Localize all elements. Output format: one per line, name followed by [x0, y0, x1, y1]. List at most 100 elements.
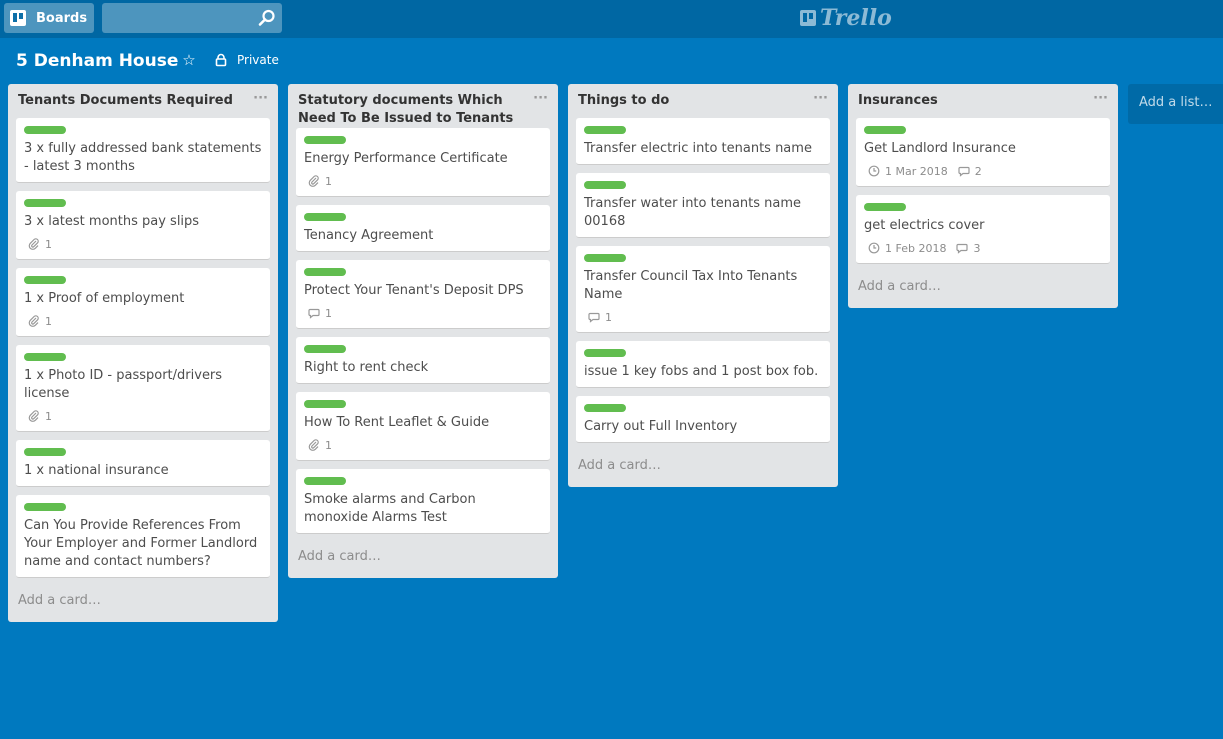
card[interactable]: Right to rent check — [296, 337, 550, 384]
list-title: Things to do — [578, 93, 670, 108]
list-menu-icon[interactable]: ··· — [253, 90, 268, 108]
card[interactable]: 3 x fully addressed bank statements - la… — [16, 118, 270, 183]
list-header[interactable]: Insurances ··· — [848, 84, 1118, 118]
top-header: Boards Trello — [0, 0, 1223, 38]
list-menu-icon[interactable]: ··· — [813, 90, 828, 108]
attachment-badge: 1 — [308, 439, 332, 452]
add-list-button[interactable]: Add a list… — [1128, 84, 1223, 124]
card-title: How To Rent Leaflet & Guide — [304, 415, 490, 430]
card-title: 3 x latest months pay slips — [24, 214, 200, 229]
due-date-badge: 1 Mar 2018 — [868, 165, 948, 178]
green-label — [304, 213, 346, 221]
list-header[interactable]: Things to do ··· — [568, 84, 838, 118]
paperclip-icon — [308, 439, 319, 451]
card[interactable]: get electrics cover 1 Feb 2018 3 — [856, 195, 1110, 264]
card[interactable]: How To Rent Leaflet & Guide 1 — [296, 392, 550, 461]
list-menu-icon[interactable]: ··· — [1093, 90, 1108, 108]
due-date-badge: 1 Feb 2018 — [868, 242, 946, 255]
card-title: 3 x fully addressed bank statements - la… — [24, 141, 262, 174]
card[interactable]: issue 1 key fobs and 1 post box fob. — [576, 341, 830, 388]
comment-badge: 1 — [588, 311, 612, 324]
attachment-badge: 1 — [28, 410, 52, 423]
attachment-count: 1 — [45, 314, 52, 328]
comment-count: 2 — [974, 164, 982, 178]
list-title: Statutory documents Which Need To Be Iss… — [298, 93, 514, 126]
card-title: 1 x Proof of employment — [24, 291, 185, 306]
trello-logo-icon — [800, 10, 816, 26]
star-icon[interactable]: ☆ — [180, 51, 198, 69]
card[interactable]: Transfer electric into tenants name — [576, 118, 830, 165]
visibility-button[interactable]: Private — [214, 51, 279, 69]
comment-badge: 2 — [958, 165, 982, 178]
list-title: Insurances — [858, 93, 938, 108]
comment-count: 1 — [325, 306, 332, 320]
card[interactable]: Smoke alarms and Carbon monoxide Alarms … — [296, 469, 550, 534]
comment-icon — [308, 308, 320, 319]
search-icon[interactable] — [258, 9, 276, 27]
comment-count: 1 — [605, 310, 612, 324]
card[interactable]: 1 x national insurance — [16, 440, 270, 487]
paperclip-icon — [308, 175, 319, 187]
paperclip-icon — [28, 238, 39, 250]
add-card-button[interactable]: Add a card… — [288, 542, 558, 578]
card[interactable]: Carry out Full Inventory — [576, 396, 830, 443]
green-label — [864, 126, 906, 134]
green-label — [304, 136, 346, 144]
trello-logo[interactable]: Trello — [800, 5, 892, 31]
card[interactable]: Get Landlord Insurance 1 Mar 2018 2 — [856, 118, 1110, 187]
card[interactable]: Protect Your Tenant's Deposit DPS 1 — [296, 260, 550, 329]
card[interactable]: 1 x Proof of employment 1 — [16, 268, 270, 337]
card[interactable]: 3 x latest months pay slips 1 — [16, 191, 270, 260]
attachment-count: 1 — [325, 174, 332, 188]
green-label — [304, 400, 346, 408]
card[interactable]: 1 x Photo ID - passport/drivers license … — [16, 345, 270, 432]
board-title[interactable]: 5 Denham House — [16, 50, 178, 72]
green-label — [304, 268, 346, 276]
search-input[interactable] — [102, 3, 282, 33]
green-label — [24, 276, 66, 284]
card-title: get electrics cover — [864, 218, 985, 233]
boards-button[interactable]: Boards — [4, 3, 94, 33]
card[interactable]: Transfer Council Tax Into Tenants Name 1 — [576, 246, 830, 333]
list-header[interactable]: Statutory documents Which Need To Be Iss… — [288, 84, 558, 128]
green-label — [24, 199, 66, 207]
list-header[interactable]: Tenants Documents Required ··· — [8, 84, 278, 118]
green-label — [24, 353, 66, 361]
card[interactable]: Energy Performance Certificate 1 — [296, 128, 550, 197]
green-label — [584, 181, 626, 189]
logo-text: Trello — [820, 5, 892, 31]
comment-badge: 3 — [956, 242, 980, 255]
card[interactable]: Tenancy Agreement — [296, 205, 550, 252]
comment-icon — [956, 243, 969, 254]
green-label — [24, 448, 66, 456]
attachment-count: 1 — [45, 409, 52, 423]
comment-badge: 1 — [308, 307, 332, 320]
comment-count: 3 — [973, 241, 981, 255]
green-label — [304, 345, 346, 353]
green-label — [24, 503, 66, 511]
card-title: Carry out Full Inventory — [584, 419, 738, 434]
card-title: 1 x Photo ID - passport/drivers license — [24, 368, 223, 401]
paperclip-icon — [28, 410, 39, 422]
card[interactable]: Transfer water into tenants name 00168 — [576, 173, 830, 238]
list-tenants-documents: Tenants Documents Required ··· 3 x fully… — [8, 84, 278, 622]
visibility-label: Private — [237, 53, 279, 67]
green-label — [584, 349, 626, 357]
card-title: 1 x national insurance — [24, 463, 169, 478]
card-title: Protect Your Tenant's Deposit DPS — [304, 283, 524, 298]
green-label — [584, 254, 626, 262]
card[interactable]: Can You Provide References From Your Emp… — [16, 495, 270, 578]
card-title: Transfer water into tenants name 00168 — [584, 196, 802, 229]
lock-icon — [215, 53, 227, 67]
list-statutory-documents: Statutory documents Which Need To Be Iss… — [288, 84, 558, 578]
list-title: Tenants Documents Required — [18, 93, 233, 108]
add-card-button[interactable]: Add a card… — [8, 586, 278, 622]
paperclip-icon — [28, 315, 39, 327]
add-card-button[interactable]: Add a card… — [568, 451, 838, 487]
green-label — [304, 477, 346, 485]
card-title: Right to rent check — [304, 360, 429, 375]
list-menu-icon[interactable]: ··· — [533, 90, 548, 108]
due-date: 1 Mar 2018 — [885, 164, 948, 178]
clock-icon — [868, 165, 880, 177]
add-card-button[interactable]: Add a card… — [848, 272, 1118, 308]
